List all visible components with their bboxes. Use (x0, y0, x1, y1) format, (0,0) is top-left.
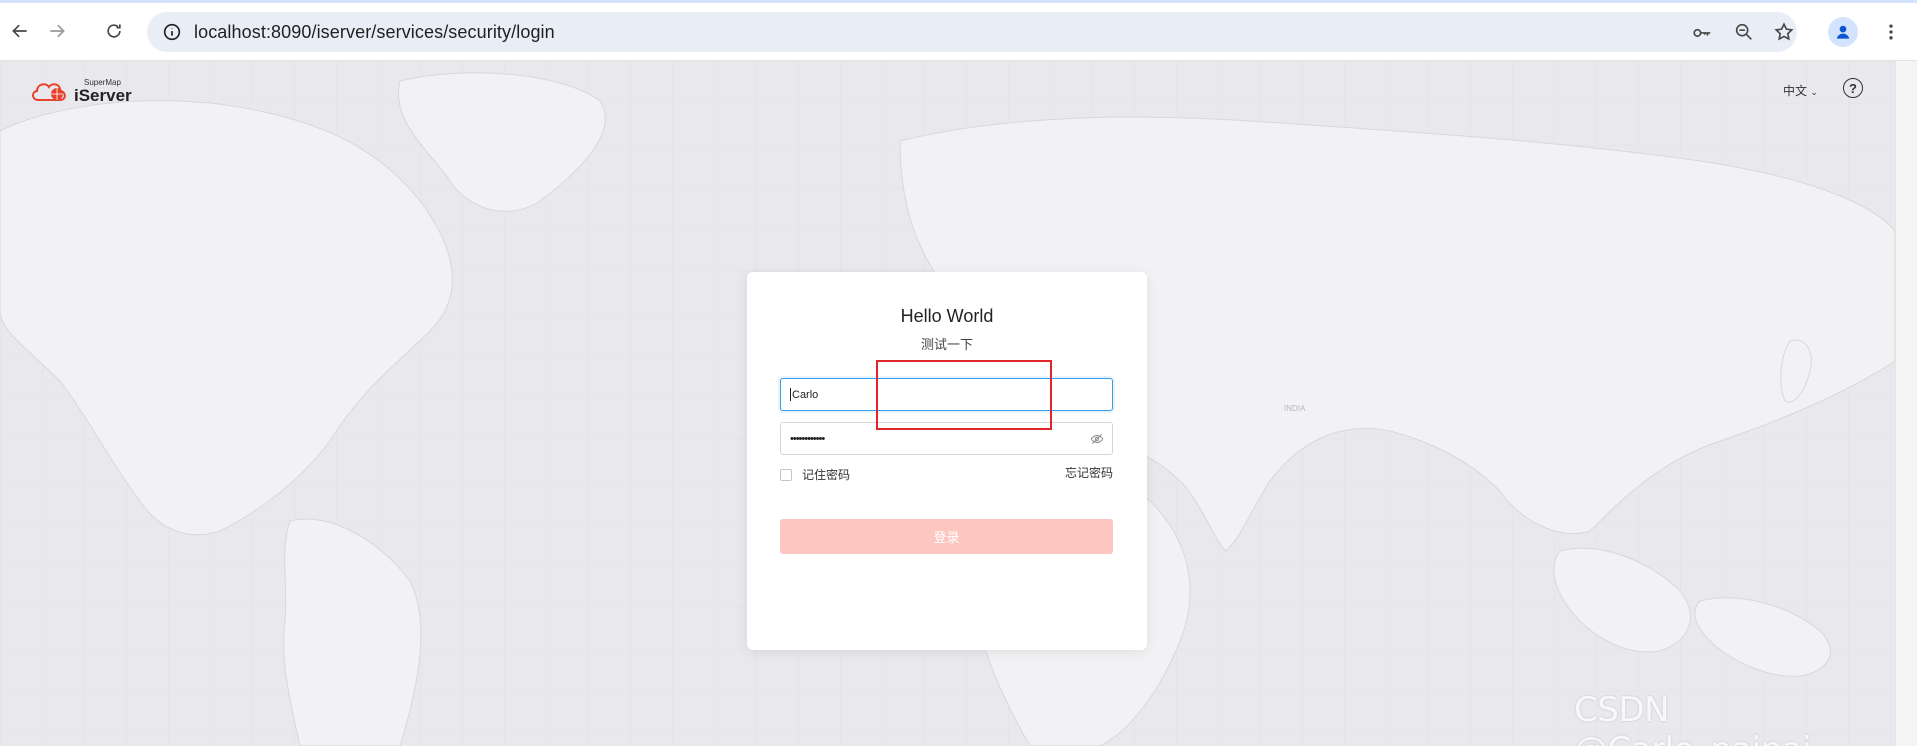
site-info-icon[interactable] (161, 21, 183, 43)
eye-hidden-icon[interactable] (1090, 432, 1104, 446)
language-label: 中文 (1783, 84, 1808, 98)
remember-password[interactable]: 记住密码 (780, 466, 850, 483)
address-bar[interactable]: localhost:8090/iserver/services/security… (147, 12, 1797, 52)
forgot-password-link[interactable]: 忘记密码 (1065, 464, 1113, 481)
key-icon[interactable] (1690, 20, 1714, 44)
remember-label: 记住密码 (802, 468, 851, 482)
language-selector[interactable]: 中文 ⌄ (1783, 82, 1818, 99)
login-card: Hello World 测试一下 Carlo •••••••••••• 记住密码… (747, 272, 1147, 650)
profile-avatar-icon[interactable] (1828, 17, 1858, 47)
red-highlight-box (876, 360, 1052, 430)
reload-icon[interactable] (98, 15, 130, 47)
chevron-down-icon: ⌄ (1810, 87, 1818, 97)
supermap-logo[interactable]: SuperMap iServer (30, 73, 132, 109)
remember-checkbox[interactable] (780, 468, 792, 481)
logo-big-text: iServer (74, 85, 132, 105)
username-value: Carlo (792, 388, 819, 401)
vertical-scrollbar[interactable] (1895, 61, 1917, 746)
back-icon[interactable] (4, 15, 36, 47)
map-label-india: INDIA (1284, 404, 1306, 413)
url-text[interactable]: localhost:8090/iserver/services/security… (194, 22, 555, 43)
login-button[interactable]: 登录 (780, 519, 1113, 554)
supermap-cloud-icon (32, 83, 66, 101)
login-title: Hello World (900, 306, 994, 326)
kebab-menu-icon[interactable] (1876, 17, 1906, 47)
forward-icon[interactable] (41, 15, 73, 47)
bookmark-star-icon[interactable] (1772, 20, 1796, 44)
login-subtitle: 测试一下 (920, 337, 973, 352)
csdn-watermark: CSDN @Carlo_paipai (1574, 690, 1812, 746)
zoom-out-icon[interactable] (1732, 20, 1756, 44)
text-caret (790, 388, 791, 401)
help-icon[interactable]: ? (1843, 78, 1863, 98)
password-value: •••••••••••• (790, 432, 825, 445)
browser-toolbar: localhost:8090/iserver/services/security… (0, 0, 1917, 61)
